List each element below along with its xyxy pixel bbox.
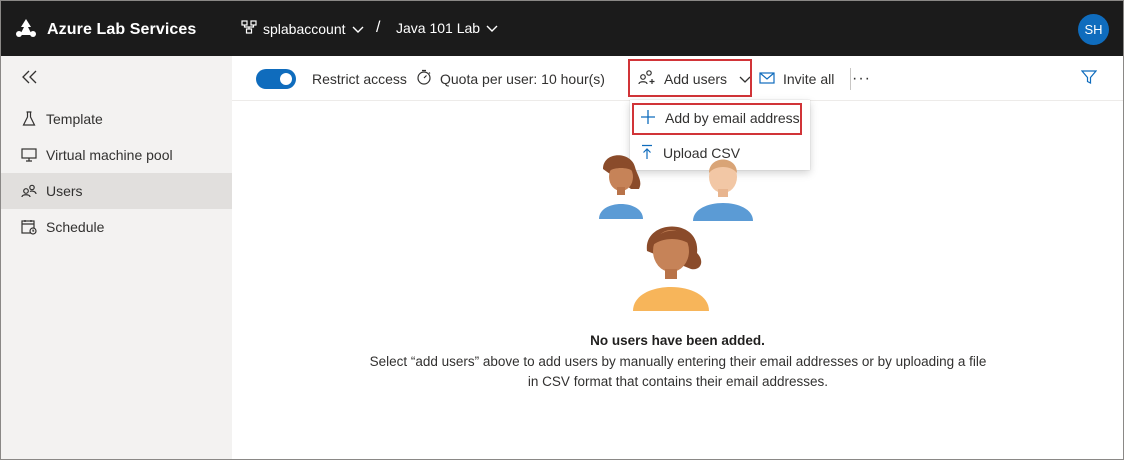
brand[interactable]: Azure Lab Services [15, 18, 196, 41]
stopwatch-icon [416, 69, 432, 88]
breadcrumb-separator: / [376, 19, 381, 36]
account-name: splabaccount [263, 20, 346, 37]
toggle-switch[interactable] [256, 68, 296, 89]
empty-state-title: No users have been added. [590, 333, 765, 348]
collapse-nav-icon[interactable] [21, 69, 39, 88]
sidebar-item-label: Virtual machine pool [46, 147, 173, 163]
restrict-access-toggle[interactable]: Restrict access [256, 56, 407, 101]
calendar-icon [21, 219, 37, 235]
chevron-down-icon [352, 21, 364, 37]
account-selector[interactable]: splabaccount [241, 20, 364, 37]
add-by-email-highlight [632, 103, 802, 135]
sidebar-item-users[interactable]: Users [1, 173, 232, 209]
filter-icon [1080, 69, 1098, 88]
sidebar-item-label: Schedule [46, 219, 105, 235]
filter-button[interactable] [1080, 56, 1098, 101]
sidebar-item-template[interactable]: Template [1, 101, 232, 137]
empty-users-illustration [599, 155, 753, 311]
chevron-down-icon [486, 20, 498, 36]
lab-selector[interactable]: Java 101 Lab [396, 20, 498, 36]
sidebar-item-schedule[interactable]: Schedule [1, 209, 232, 245]
lab-name: Java 101 Lab [396, 20, 481, 36]
mail-icon [759, 71, 775, 87]
user-avatar[interactable]: SH [1078, 14, 1109, 45]
sidebar-item-label: Users [46, 183, 83, 199]
quota-label: Quota per user: 10 hour(s) [440, 70, 605, 87]
sidebar: Template Virtual machine pool Users Sche… [1, 56, 232, 459]
sidebar-item-label: Template [46, 111, 103, 127]
flask-icon [21, 111, 37, 127]
add-users-highlight [628, 59, 752, 97]
invite-all-label: Invite all [783, 70, 835, 87]
app-title: Azure Lab Services [47, 20, 197, 38]
people-icon [21, 183, 37, 199]
sidebar-item-vm-pool[interactable]: Virtual machine pool [1, 137, 232, 173]
invite-all-button[interactable]: Invite all [759, 56, 834, 101]
more-options-button[interactable]: ··· [852, 56, 871, 101]
quota-button[interactable]: Quota per user: 10 hour(s) [416, 56, 605, 101]
top-bar: Azure Lab Services splabaccount / Java 1… [1, 1, 1123, 56]
empty-state-description: Select “add users” above to add users by… [369, 354, 987, 389]
toolbar-divider [850, 68, 851, 90]
monitor-icon [21, 147, 37, 163]
restrict-access-label: Restrict access [312, 70, 407, 87]
azure-lab-logo-icon [15, 18, 37, 41]
lab-account-icon [241, 20, 257, 37]
app-window: Azure Lab Services splabaccount / Java 1… [0, 0, 1124, 460]
